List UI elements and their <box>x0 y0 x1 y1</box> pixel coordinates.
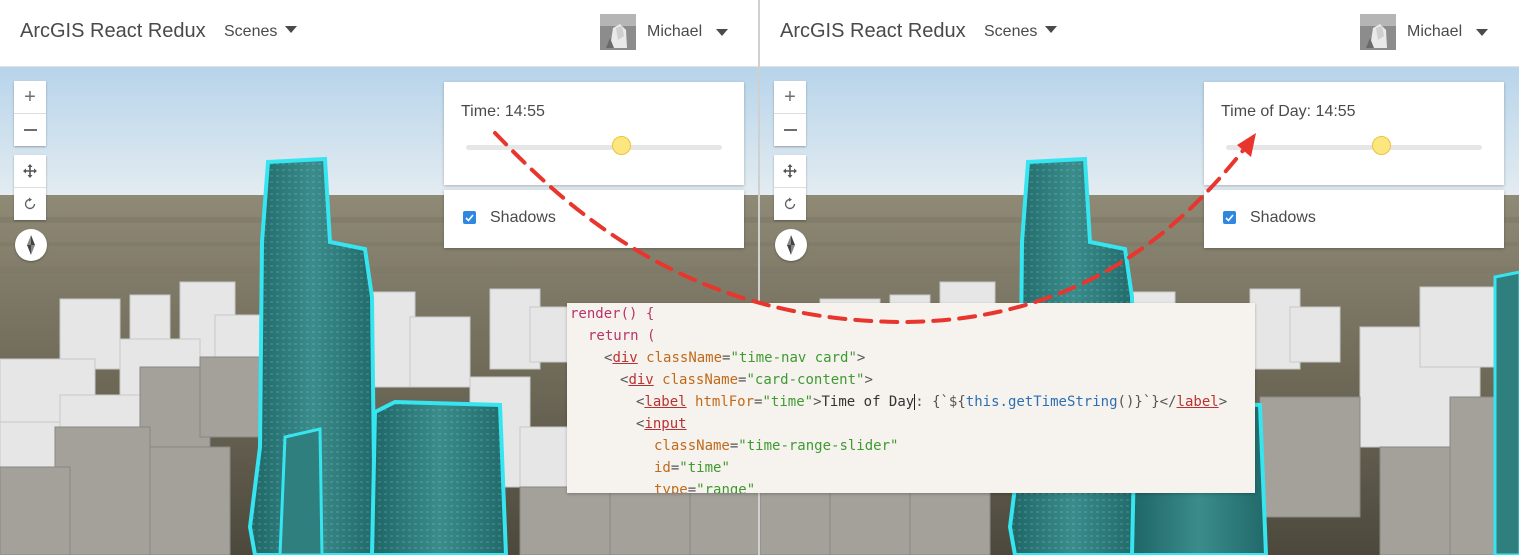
code-string: "card-content" <box>746 372 865 388</box>
code-attr: id <box>654 460 671 476</box>
pan-button[interactable] <box>774 155 806 187</box>
compass-button[interactable] <box>775 229 807 261</box>
time-card: Time of Day: 14:55 <box>1204 82 1504 185</box>
slider-thumb[interactable] <box>612 136 632 155</box>
code-editor-overlay: render() { return ( <div className="time… <box>567 303 1255 493</box>
code-tag: div <box>612 350 638 366</box>
app-title[interactable]: ArcGIS React Redux <box>20 20 206 43</box>
shadows-checkbox[interactable] <box>1223 211 1236 224</box>
code-line: id="time" <box>654 460 730 476</box>
code-fn: .getTimeString <box>999 394 1118 410</box>
avatar <box>600 14 636 50</box>
code-string: "time-range-slider" <box>738 438 899 454</box>
app-title[interactable]: ArcGIS React Redux <box>780 20 966 43</box>
code-line: <input <box>636 416 687 432</box>
time-card: Time: 14:55 <box>444 82 744 185</box>
code-tag: input <box>644 416 687 432</box>
chevron-down-icon <box>1045 26 1058 34</box>
code-line: render() { <box>570 303 654 325</box>
code-attr: className <box>662 372 739 388</box>
shadows-card: Shadows <box>1204 190 1504 248</box>
code-line: <div className="time-nav card"> <box>604 350 866 366</box>
top-navbar: ArcGIS React Redux Scenes Michael <box>0 0 758 67</box>
chevron-down-icon <box>716 29 728 36</box>
code-line: return ( <box>588 325 655 347</box>
time-range-slider[interactable] <box>1226 136 1482 155</box>
zoom-in-button[interactable]: + <box>774 81 806 113</box>
compass-icon <box>27 235 35 255</box>
code-this: this <box>965 394 1000 410</box>
time-label: Time: 14:55 <box>461 103 545 120</box>
navigation-toggle <box>14 155 46 220</box>
rotate-button[interactable] <box>14 187 46 220</box>
code-string: "time-nav card" <box>730 350 857 366</box>
rotate-icon <box>784 197 796 210</box>
code-attr: className <box>654 438 730 454</box>
navigation-toggle <box>774 155 806 220</box>
minus-icon <box>23 129 37 131</box>
zoom-out-button[interactable] <box>14 113 46 146</box>
code-string: "range" <box>696 482 756 493</box>
pan-button[interactable] <box>14 155 46 187</box>
code-line: type="range" <box>654 479 755 493</box>
code-expr: : {`${ <box>915 394 966 410</box>
shadows-label[interactable]: Shadows <box>490 209 556 227</box>
code-attr: htmlFor <box>695 394 755 410</box>
slider-thumb[interactable] <box>1372 136 1392 155</box>
code-expr: ()}`}</ <box>1117 394 1177 410</box>
code-tag: label <box>1176 394 1219 410</box>
shadows-label[interactable]: Shadows <box>1250 209 1316 227</box>
code-tag: div <box>628 372 654 388</box>
code-line: <div className="card-content"> <box>620 372 873 388</box>
rotate-icon <box>24 197 36 210</box>
scenes-dropdown[interactable]: Scenes <box>224 23 298 41</box>
zoom-in-button[interactable]: + <box>14 81 46 113</box>
top-navbar: ArcGIS React Redux Scenes Michael <box>760 0 1519 67</box>
move-arrows-icon <box>23 164 37 178</box>
code-return: return ( <box>588 328 656 344</box>
checkmark-icon <box>1225 213 1234 222</box>
avatar <box>1360 14 1396 50</box>
user-name: Michael <box>647 23 703 40</box>
code-string: "time" <box>679 460 730 476</box>
zoom-control: + <box>774 81 806 146</box>
shadows-checkbox[interactable] <box>463 211 476 224</box>
move-arrows-icon <box>783 164 797 178</box>
compass-icon <box>787 235 795 255</box>
scenes-label: Scenes <box>984 23 1038 40</box>
minus-icon <box>783 129 797 131</box>
code-label-text: Time of Day <box>821 394 915 410</box>
chevron-down-icon <box>1476 29 1488 36</box>
user-name: Michael <box>1407 23 1463 40</box>
zoom-control: + <box>14 81 46 146</box>
code-line: className="time-range-slider" <box>654 438 899 454</box>
zoom-out-button[interactable] <box>774 113 806 146</box>
code-render: render() { <box>570 306 655 322</box>
code-string: "time" <box>762 394 814 410</box>
code-tag: label <box>644 394 687 410</box>
compass-button[interactable] <box>15 229 47 261</box>
code-attr: type <box>654 482 688 493</box>
checkmark-icon <box>465 213 474 222</box>
code-attr: className <box>646 350 723 366</box>
scenes-dropdown[interactable]: Scenes <box>984 23 1058 41</box>
code-line: <label htmlFor="time">Time of Day: {`${t… <box>636 394 1228 410</box>
shadows-card: Shadows <box>444 190 744 248</box>
chevron-down-icon <box>285 26 298 34</box>
rotate-button[interactable] <box>774 187 806 220</box>
time-range-slider[interactable] <box>466 136 722 155</box>
time-label: Time of Day: 14:55 <box>1221 103 1356 120</box>
scenes-label: Scenes <box>224 23 278 40</box>
